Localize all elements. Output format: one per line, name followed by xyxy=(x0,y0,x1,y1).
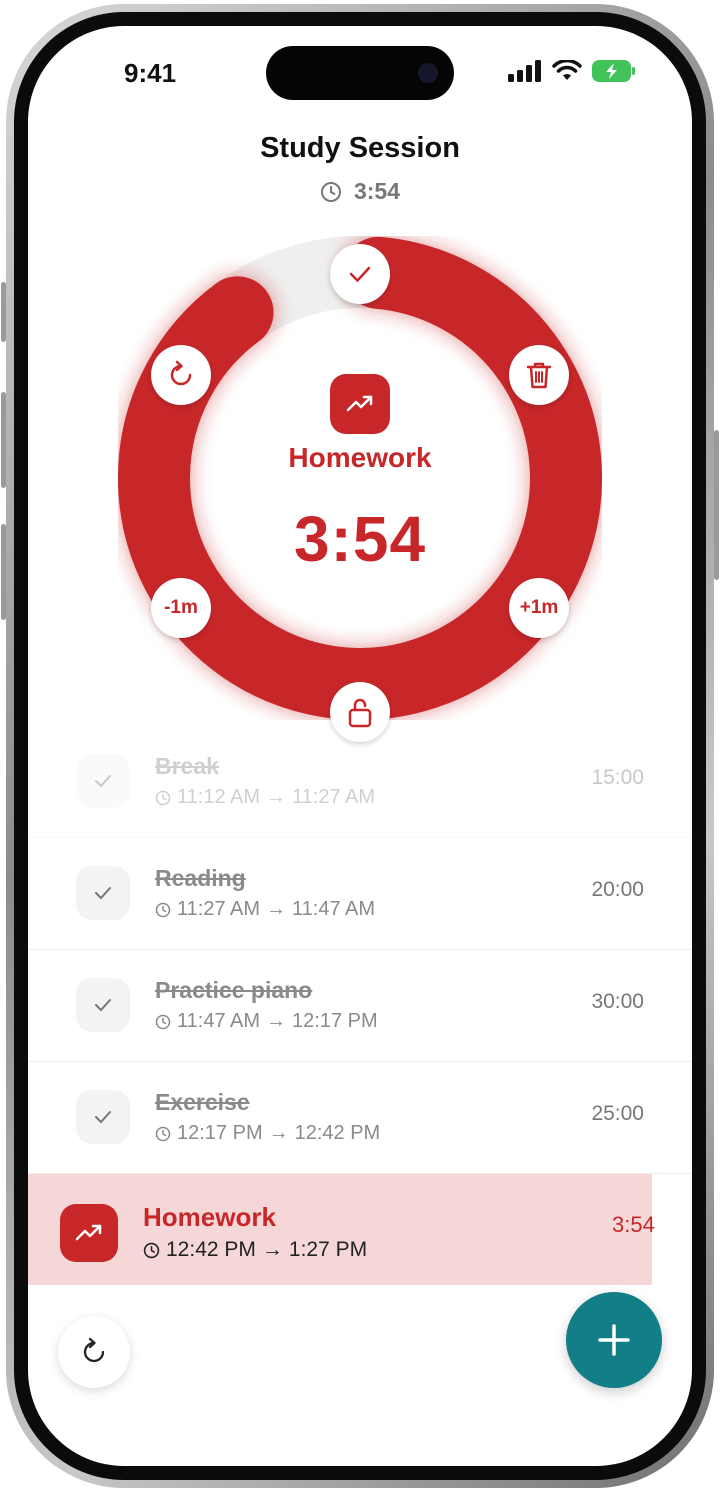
restart-button[interactable] xyxy=(151,345,211,405)
task-duration: 20:00 xyxy=(591,878,644,901)
task-start: 11:27 AM xyxy=(177,898,261,920)
reset-session-button[interactable] xyxy=(58,1316,130,1388)
cellular-signal-icon xyxy=(508,60,541,82)
arrow-right-icon: → xyxy=(261,1238,283,1261)
power-button xyxy=(714,430,719,580)
complete-button[interactable] xyxy=(330,244,390,304)
clock-icon xyxy=(155,902,171,917)
trending-up-icon xyxy=(75,1224,102,1241)
clock-icon xyxy=(143,1242,160,1258)
list-item[interactable]: Reading 11:27 AM → 11:47 AM 20:00 xyxy=(28,838,692,950)
activity-name: Homework xyxy=(288,442,432,473)
plus-one-minute-button[interactable]: +1m xyxy=(509,578,569,638)
dynamic-island xyxy=(266,46,454,100)
task-end: 11:47 AM xyxy=(292,898,376,920)
clock-icon xyxy=(320,181,341,202)
task-end: 12:42 PM xyxy=(294,1122,381,1144)
activity-icon xyxy=(330,374,390,434)
unlock-icon xyxy=(348,698,372,728)
task-time-range: 11:47 AM → 12:17 PM xyxy=(155,1010,378,1033)
task-start: 12:17 PM xyxy=(177,1122,263,1144)
timer-ring[interactable]: Homework 3:54 -1m +1m xyxy=(118,236,602,742)
check-icon xyxy=(95,775,111,787)
arrow-right-icon: → xyxy=(266,898,287,920)
task-name: Practice piano xyxy=(155,977,313,1003)
task-time-range: 12:17 PM → 12:42 PM xyxy=(155,1122,380,1145)
task-checkbox[interactable] xyxy=(76,1090,130,1144)
task-name: Reading xyxy=(155,865,246,891)
delete-button[interactable] xyxy=(509,345,569,405)
check-icon xyxy=(95,887,111,899)
status-time: 9:41 xyxy=(124,58,177,88)
trending-up-icon xyxy=(346,395,373,412)
refresh-icon xyxy=(170,360,192,386)
arrow-right-icon: → xyxy=(266,786,287,808)
elapsed-time-value: 3:54 xyxy=(353,178,401,204)
task-duration: 30:00 xyxy=(591,990,644,1013)
check-icon xyxy=(95,999,111,1011)
task-time-range: 11:27 AM → 11:47 AM xyxy=(155,898,375,921)
add-task-button[interactable] xyxy=(566,1292,662,1388)
status-icons xyxy=(508,60,636,82)
list-item[interactable]: Practice piano 11:47 AM → 12:17 PM 30:00 xyxy=(28,950,692,1062)
refresh-icon xyxy=(83,1337,105,1363)
active-task-end: 1:27 PM xyxy=(288,1238,368,1261)
clock-icon xyxy=(155,1014,171,1029)
check-icon xyxy=(95,1111,111,1123)
active-task-time-range: 12:42 PM → 1:27 PM xyxy=(143,1238,367,1262)
task-end: 11:27 AM xyxy=(292,786,376,808)
task-end: 12:17 PM xyxy=(292,1010,378,1032)
elapsed-time: 3:54 xyxy=(28,178,692,205)
active-task-row[interactable]: Homework 12:42 PM → 1:27 PM xyxy=(28,1174,652,1285)
active-task-start: 12:42 PM xyxy=(166,1238,256,1261)
check-icon xyxy=(349,266,371,282)
task-list: Break 11:12 AM → 11:27 AM 15:00 Reading … xyxy=(28,726,692,1285)
active-task-duration: 3:54 xyxy=(612,1212,655,1237)
arrow-right-icon: → xyxy=(268,1122,289,1144)
plus-icon xyxy=(598,1324,630,1356)
arrow-right-icon: → xyxy=(266,1010,287,1032)
front-camera xyxy=(418,63,438,83)
clock-icon xyxy=(155,1126,171,1141)
clock-icon xyxy=(155,790,171,805)
task-checkbox[interactable] xyxy=(76,754,130,808)
trash-icon xyxy=(526,362,552,389)
battery-charging-icon xyxy=(592,60,635,82)
list-item[interactable]: Exercise 12:17 PM → 12:42 PM 25:00 xyxy=(28,1062,692,1174)
task-duration: 25:00 xyxy=(591,1102,644,1125)
page-title: Study Session xyxy=(260,132,460,164)
list-item[interactable]: Break 11:12 AM → 11:27 AM 15:00 xyxy=(28,726,692,838)
task-checkbox[interactable] xyxy=(76,978,130,1032)
volume-down-button xyxy=(1,524,6,620)
active-task-name: Homework xyxy=(143,1202,276,1232)
app-screen: 9:41 Study Session 3:54 Homework 3:54 -1… xyxy=(28,26,692,1466)
active-task-icon xyxy=(60,1204,118,1262)
task-start: 11:12 AM xyxy=(177,786,261,808)
volume-up-button xyxy=(1,392,6,488)
task-checkbox[interactable] xyxy=(76,866,130,920)
task-start: 11:47 AM xyxy=(177,1010,261,1032)
task-name: Break xyxy=(155,753,219,779)
timer-remaining: 3:54 xyxy=(293,503,427,575)
minus-one-minute-button[interactable]: -1m xyxy=(151,578,211,638)
timer-ring-graphic xyxy=(118,236,602,720)
wifi-icon xyxy=(552,60,582,80)
action-button xyxy=(1,282,6,342)
timer-progress-arc xyxy=(118,236,602,720)
task-name: Exercise xyxy=(155,1089,250,1115)
task-duration: 15:00 xyxy=(591,766,644,789)
task-time-range: 11:12 AM → 11:27 AM xyxy=(155,786,375,809)
